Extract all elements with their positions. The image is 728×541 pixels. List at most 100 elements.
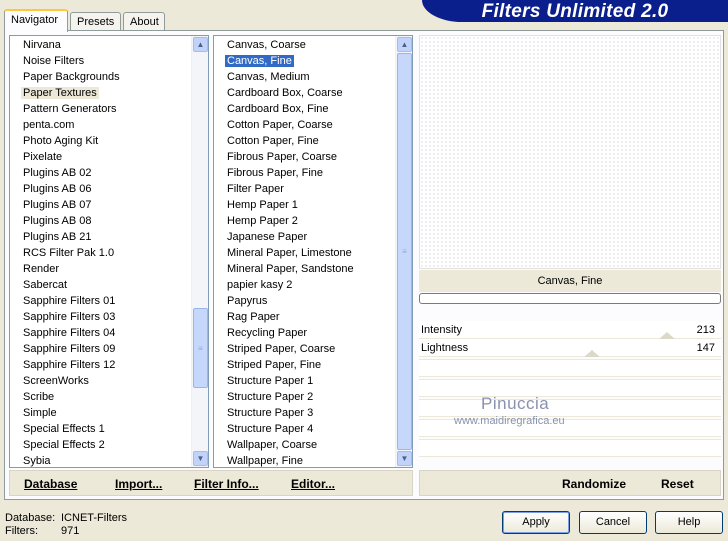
list-item[interactable]: Pattern Generators [10, 101, 191, 117]
list-item[interactable]: Filter Paper [214, 181, 395, 197]
list-item-label: Structure Paper 2 [227, 391, 314, 403]
list-item[interactable]: RCS Filter Pak 1.0 [10, 245, 191, 261]
scroll-thumb[interactable]: ≡ [193, 308, 208, 388]
list-item[interactable]: Wallpaper, Coarse [214, 437, 395, 453]
slider-marker-icon[interactable] [659, 332, 675, 339]
editor-button[interactable]: Editor... [291, 477, 335, 491]
list-item[interactable]: Sabercat [10, 277, 191, 293]
list-item[interactable]: Rag Paper [214, 309, 395, 325]
list-item[interactable]: Scribe [10, 389, 191, 405]
list-item[interactable]: papier kasy 2 [214, 277, 395, 293]
list-item[interactable]: Japanese Paper [214, 229, 395, 245]
scroll-up-icon[interactable]: ▲ [397, 37, 412, 52]
list-item-label: Wallpaper, Fine [227, 455, 304, 467]
slider-marker-icon[interactable] [584, 350, 600, 357]
list-item[interactable]: Special Effects 2 [10, 437, 191, 453]
list-item[interactable]: Canvas, Medium [214, 69, 395, 85]
list-item[interactable]: Cotton Paper, Fine [214, 133, 395, 149]
list-item[interactable]: Plugins AB 02 [10, 165, 191, 181]
list-item-label: ScreenWorks [23, 375, 89, 387]
param-intensity[interactable]: Intensity 213 [419, 321, 721, 339]
category-list[interactable]: Nirvana Noise Filters Paper Backgrounds Pap… [10, 37, 191, 467]
watermark-url: www.maidiregrafica.eu [454, 415, 565, 427]
randomize-button[interactable]: Randomize [562, 477, 626, 491]
list-item[interactable]: Structure Paper 1 [214, 373, 395, 389]
list-item-label: Filter Paper [227, 183, 284, 195]
title-banner: Filters Unlimited 2.0 [422, 0, 728, 22]
filter-scrollbar[interactable]: ▲ ≡ ▼ [395, 36, 412, 467]
list-item[interactable]: Structure Paper 4 [214, 421, 395, 437]
progress-bar [419, 293, 721, 304]
list-item-label: Plugins AB 08 [23, 215, 92, 227]
list-item[interactable]: Sapphire Filters 04 [10, 325, 191, 341]
list-item[interactable]: Plugins AB 07 [10, 197, 191, 213]
list-item[interactable]: Render [10, 261, 191, 277]
list-item[interactable]: ScreenWorks [10, 373, 191, 389]
list-item[interactable]: Canvas, Coarse [214, 37, 395, 53]
filter-info-button[interactable]: Filter Info... [194, 477, 259, 491]
list-item[interactable]: Sapphire Filters 09 [10, 341, 191, 357]
reset-button[interactable]: Reset [661, 477, 694, 491]
list-item[interactable]: Structure Paper 3 [214, 405, 395, 421]
list-item[interactable]: Cardboard Box, Fine [214, 101, 395, 117]
watermark-name: Pinuccia [481, 394, 550, 413]
tab-presets[interactable]: Presets [70, 12, 121, 32]
list-item[interactable]: Structure Paper 2 [214, 389, 395, 405]
list-item[interactable]: Plugins AB 08 [10, 213, 191, 229]
list-item[interactable]: Sapphire Filters 03 [10, 309, 191, 325]
param-lightness[interactable]: Lightness 147 [419, 339, 721, 357]
list-item[interactable]: Paper Textures [10, 85, 191, 101]
import-button[interactable]: Import... [115, 477, 162, 491]
tab-navigator[interactable]: Navigator [4, 9, 68, 32]
list-item[interactable]: Fibrous Paper, Fine [214, 165, 395, 181]
list-item[interactable]: Striped Paper, Coarse [214, 341, 395, 357]
list-item[interactable]: Fibrous Paper, Coarse [214, 149, 395, 165]
list-item[interactable]: Photo Aging Kit [10, 133, 191, 149]
list-item-label: Cardboard Box, Fine [227, 103, 329, 115]
scroll-down-icon[interactable]: ▼ [193, 451, 208, 466]
list-item[interactable]: Wallpaper, Fine [214, 453, 395, 467]
list-item[interactable]: Special Effects 1 [10, 421, 191, 437]
list-item[interactable]: Plugins AB 06 [10, 181, 191, 197]
list-item[interactable]: Noise Filters [10, 53, 191, 69]
list-item[interactable]: Paper Backgrounds [10, 69, 191, 85]
list-item[interactable]: Mineral Paper, Sandstone [214, 261, 395, 277]
parameter-list: Intensity 213 Lightness 147 [419, 321, 721, 457]
list-item[interactable]: Canvas, Fine [214, 53, 395, 69]
list-item-label: Sybia [23, 455, 51, 467]
list-item-label: Nirvana [23, 39, 61, 51]
list-item-label: Sapphire Filters 09 [23, 343, 116, 355]
list-item[interactable]: Plugins AB 21 [10, 229, 191, 245]
category-scrollbar[interactable]: ▲ ≡ ▼ [191, 36, 208, 467]
help-button[interactable]: Help [655, 511, 723, 534]
list-item[interactable]: Hemp Paper 2 [214, 213, 395, 229]
list-item[interactable]: penta.com [10, 117, 191, 133]
list-item[interactable]: Cardboard Box, Coarse [214, 85, 395, 101]
list-item-label: Wallpaper, Coarse [227, 439, 318, 451]
list-item[interactable]: Cotton Paper, Coarse [214, 117, 395, 133]
list-item-label: Structure Paper 4 [227, 423, 314, 435]
list-item[interactable]: Nirvana [10, 37, 191, 53]
scroll-up-icon[interactable]: ▲ [193, 37, 208, 52]
database-button[interactable]: Database [24, 477, 77, 491]
tab-about[interactable]: About [123, 12, 165, 32]
list-item[interactable]: Sapphire Filters 12 [10, 357, 191, 373]
apply-button[interactable]: Apply [502, 511, 570, 534]
list-item[interactable]: Striped Paper, Fine [214, 357, 395, 373]
list-item[interactable]: Sybia [10, 453, 191, 467]
list-item[interactable]: Sapphire Filters 01 [10, 293, 191, 309]
filter-list[interactable]: Canvas, Coarse Canvas, Fine Canvas, Medium… [214, 37, 395, 467]
list-button-bar: Database Import... Filter Info... Editor… [9, 470, 413, 496]
scroll-thumb[interactable]: ≡ [397, 53, 412, 450]
list-item[interactable]: Hemp Paper 1 [214, 197, 395, 213]
cancel-button[interactable]: Cancel [579, 511, 647, 534]
filters-count: 971 [61, 525, 80, 537]
list-item[interactable]: Papyrus [214, 293, 395, 309]
list-item[interactable]: Pixelate [10, 149, 191, 165]
scroll-down-icon[interactable]: ▼ [397, 451, 412, 466]
list-item-label: Fibrous Paper, Coarse [227, 151, 338, 163]
list-item-label: Japanese Paper [227, 231, 308, 243]
list-item[interactable]: Recycling Paper [214, 325, 395, 341]
list-item[interactable]: Simple [10, 405, 191, 421]
list-item[interactable]: Mineral Paper, Limestone [214, 245, 395, 261]
